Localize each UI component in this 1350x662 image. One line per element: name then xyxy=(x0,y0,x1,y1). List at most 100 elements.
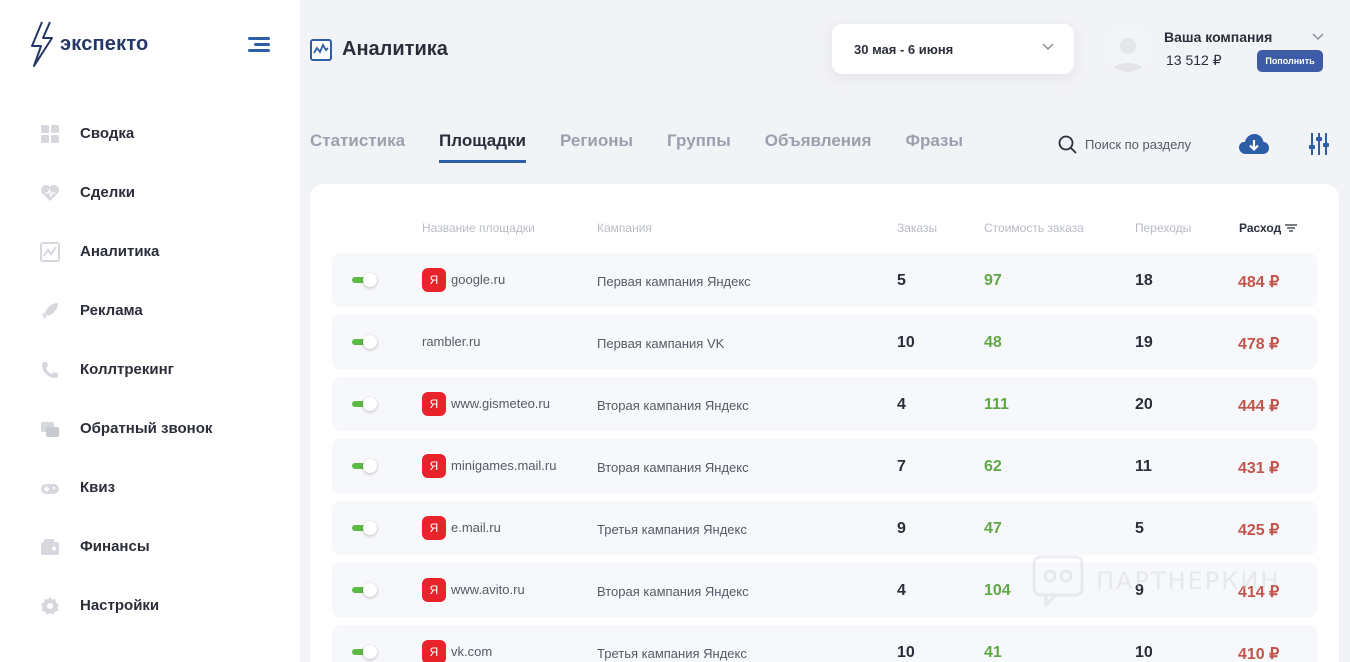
table-row[interactable]: Я google.ru Первая кампания Яндекс 5 97 … xyxy=(332,253,1317,307)
wallet-icon xyxy=(40,537,60,557)
column-header-spend-label: Расход xyxy=(1239,221,1282,235)
account-balance: 13 512 ₽ xyxy=(1166,52,1222,68)
sidebar: экспекто Сводка Сделки Аналитика Реклама… xyxy=(0,0,300,662)
table-row[interactable]: Я minigames.mail.ru Вторая кампания Янде… xyxy=(332,439,1317,493)
date-range-value: 30 мая - 6 июня xyxy=(854,41,954,57)
sidebar-item-label: Квиз xyxy=(80,479,116,496)
orders-value: 9 xyxy=(897,520,906,537)
sidebar-item-ads[interactable]: Реклама xyxy=(0,281,300,340)
site-name: vk.com xyxy=(451,644,493,659)
yandex-icon: Я xyxy=(422,454,446,478)
sort-icon xyxy=(1285,224,1298,232)
avatar[interactable] xyxy=(1104,24,1152,72)
sidebar-item-label: Аналитика xyxy=(80,243,160,260)
toggle-knob xyxy=(363,645,377,659)
table-row[interactable]: rambler.ru Первая кампания VK 10 48 19 4… xyxy=(332,315,1317,369)
sidebar-item-label: Настройки xyxy=(80,597,160,614)
orders-value: 5 xyxy=(897,272,906,289)
tab-sites[interactable]: Площадки xyxy=(439,131,526,163)
sidebar-item-callback[interactable]: Обратный звонок xyxy=(0,399,300,458)
menu-toggle-icon[interactable] xyxy=(248,37,270,53)
row-toggle[interactable] xyxy=(352,645,378,659)
sidebar-item-label: Реклама xyxy=(80,302,143,319)
date-range-picker[interactable]: 30 мая - 6 июня xyxy=(832,24,1074,74)
phone-icon xyxy=(40,360,60,380)
spend-value: 425 ₽ xyxy=(1238,522,1280,539)
sidebar-item-analytics[interactable]: Аналитика xyxy=(0,222,300,281)
table-row[interactable]: Я e.mail.ru Третья кампания Яндекс 9 47 … xyxy=(332,501,1317,555)
orders-value: 10 xyxy=(897,644,915,661)
search-input[interactable]: Поиск по разделу xyxy=(1085,137,1191,152)
order-cost-value: 104 xyxy=(984,582,1011,599)
sidebar-item-label: Сводка xyxy=(80,125,135,142)
cloud-download-icon[interactable] xyxy=(1238,132,1270,156)
table-row[interactable]: Я vk.com Третья кампания Яндекс 10 41 10… xyxy=(332,625,1317,662)
column-header-site[interactable]: Название площадки xyxy=(422,221,535,235)
tab-regions[interactable]: Регионы xyxy=(560,131,633,163)
row-toggle[interactable] xyxy=(352,459,378,473)
company-name[interactable]: Ваша компания xyxy=(1164,29,1272,45)
orders-value: 4 xyxy=(897,396,906,413)
spend-value: 478 ₽ xyxy=(1238,336,1280,353)
campaign-name: Первая кампания VK xyxy=(597,336,725,351)
spend-value: 431 ₽ xyxy=(1238,460,1280,477)
topup-button[interactable]: Пополнить xyxy=(1257,50,1323,72)
campaign-name: Третья кампания Яндекс xyxy=(597,646,747,661)
row-toggle[interactable] xyxy=(352,273,378,287)
campaign-name: Первая кампания Яндекс xyxy=(597,274,751,289)
tab-ads[interactable]: Объявления xyxy=(765,131,872,163)
page-title: Аналитика xyxy=(342,38,448,60)
toggle-knob xyxy=(363,521,377,535)
tab-statistics[interactable]: Статистика xyxy=(310,131,405,163)
order-cost-value: 41 xyxy=(984,644,1002,661)
table-row[interactable]: Я www.gismeteo.ru Вторая кампания Яндекс… xyxy=(332,377,1317,431)
sidebar-item-label: Коллтрекинг xyxy=(80,361,174,378)
column-header-spend[interactable]: Расход xyxy=(1239,221,1298,235)
chevron-down-icon[interactable] xyxy=(1312,33,1324,41)
row-toggle[interactable] xyxy=(352,521,378,535)
yandex-icon: Я xyxy=(422,516,446,540)
toggle-knob xyxy=(363,335,377,349)
sidebar-item-label: Сделки xyxy=(80,184,135,201)
row-toggle[interactable] xyxy=(352,335,378,349)
heart-handshake-icon xyxy=(40,183,60,203)
analytics-icon xyxy=(310,38,332,61)
tab-phrases[interactable]: Фразы xyxy=(905,131,963,163)
order-cost-value: 97 xyxy=(984,272,1002,289)
dashboard-icon xyxy=(40,124,60,144)
filter-settings-icon[interactable] xyxy=(1308,132,1330,156)
toggle-knob xyxy=(363,583,377,597)
sidebar-item-deals[interactable]: Сделки xyxy=(0,163,300,222)
clicks-value: 5 xyxy=(1135,520,1144,537)
logo[interactable]: экспекто xyxy=(28,20,148,68)
clicks-value: 10 xyxy=(1135,644,1153,661)
site-name: e.mail.ru xyxy=(451,520,501,535)
rocket-icon xyxy=(40,301,60,321)
brand-name: экспекто xyxy=(60,32,149,55)
page-header: Аналитика xyxy=(310,38,448,61)
clicks-value: 11 xyxy=(1135,458,1152,475)
section-search[interactable]: Поиск по разделу xyxy=(1058,135,1191,154)
column-header-clicks[interactable]: Переходы xyxy=(1135,221,1191,235)
column-header-orders[interactable]: Заказы xyxy=(897,221,937,235)
section-tabs: Статистика Площадки Регионы Группы Объяв… xyxy=(310,131,997,163)
sidebar-item-settings[interactable]: Настройки xyxy=(0,576,300,635)
orders-value: 7 xyxy=(897,458,906,475)
toggle-knob xyxy=(363,397,377,411)
sidebar-item-quiz[interactable]: Квиз xyxy=(0,458,300,517)
sidebar-item-calltracking[interactable]: Коллтрекинг xyxy=(0,340,300,399)
site-name: google.ru xyxy=(451,272,506,287)
watermark: ПАРТНЕРКИН xyxy=(1032,555,1280,607)
tab-groups[interactable]: Группы xyxy=(667,131,731,163)
column-header-order-cost[interactable]: Стоимость заказа xyxy=(984,221,1084,235)
watermark-text: ПАРТНЕРКИН xyxy=(1096,567,1281,595)
row-toggle[interactable] xyxy=(352,397,378,411)
sidebar-item-label: Обратный звонок xyxy=(80,420,213,437)
user-icon xyxy=(1112,38,1144,72)
clicks-value: 18 xyxy=(1135,272,1153,289)
sidebar-item-summary[interactable]: Сводка xyxy=(0,104,300,163)
sidebar-item-finance[interactable]: Финансы xyxy=(0,517,300,576)
row-toggle[interactable] xyxy=(352,583,378,597)
yandex-icon: Я xyxy=(422,392,446,416)
column-header-campaign[interactable]: Кампания xyxy=(597,221,652,235)
